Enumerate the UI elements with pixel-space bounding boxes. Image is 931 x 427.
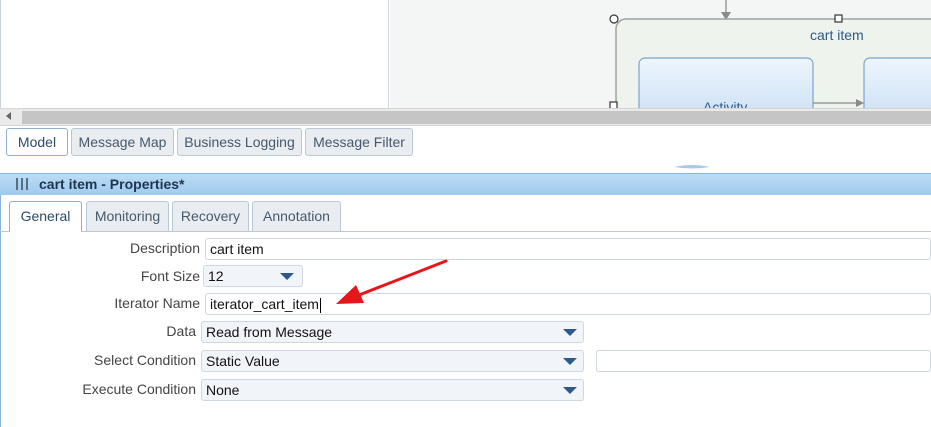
drag-grip-icon[interactable]	[15, 177, 29, 191]
chevron-down-icon[interactable]	[563, 358, 577, 365]
chevron-down-icon[interactable]	[280, 273, 294, 280]
chevron-down-icon[interactable]	[563, 329, 577, 336]
properties-header: cart item - Properties*	[0, 173, 931, 195]
tab-business-logging[interactable]: Business Logging	[177, 128, 302, 156]
scrollbar-thumb[interactable]	[22, 111, 931, 124]
execute-condition-select[interactable]: None	[201, 379, 584, 401]
data-select[interactable]: Read from Message	[201, 321, 584, 343]
iterator-name-field[interactable]: iterator_cart_item	[205, 293, 931, 315]
tab-monitoring[interactable]: Monitoring	[86, 201, 169, 231]
data-label: Data	[166, 323, 196, 339]
font-size-label: Font Size	[140, 268, 200, 284]
description-label: Description	[129, 240, 200, 256]
properties-title: cart item - Properties*	[39, 176, 185, 192]
annotation-arrow-icon	[336, 259, 448, 304]
active-tab-gap	[10, 230, 81, 232]
selection-handle[interactable]	[834, 14, 843, 23]
explorer-pane	[0, 0, 389, 108]
text-cursor	[319, 297, 321, 313]
tab-divider	[0, 231, 931, 232]
font-size-value: 12	[208, 268, 224, 284]
tab-model[interactable]: Model	[6, 128, 68, 156]
tab-message-map[interactable]: Message Map	[71, 128, 174, 156]
tab-recovery[interactable]: Recovery	[172, 201, 249, 231]
diagram-drawing	[609, 0, 931, 130]
selection-handle[interactable]	[609, 14, 619, 24]
select-condition-value: Static Value	[206, 353, 280, 369]
diagram-canvas[interactable]: cart item Activity	[390, 0, 931, 130]
select-condition-select[interactable]: Static Value	[201, 350, 584, 372]
activity-node-2[interactable]	[863, 57, 931, 129]
select-condition-value-field[interactable]	[596, 350, 931, 372]
tab-message-filter[interactable]: Message Filter	[305, 128, 413, 156]
description-field[interactable]: cart item	[205, 238, 931, 260]
horizontal-scrollbar[interactable]	[0, 108, 931, 126]
iterator-name-value: iterator_cart_item	[210, 296, 319, 312]
chevron-down-icon[interactable]	[563, 387, 577, 394]
font-size-select[interactable]: 12	[203, 265, 303, 287]
splitter-handle-icon[interactable]	[672, 164, 712, 170]
select-condition-label: Select Condition	[94, 352, 196, 368]
tab-annotation[interactable]: Annotation	[252, 201, 341, 231]
iterator-name-label: Iterator Name	[114, 295, 200, 311]
execute-condition-value: None	[206, 382, 240, 398]
data-value: Read from Message	[206, 324, 333, 340]
execute-condition-label: Execute Condition	[82, 381, 196, 397]
tab-general[interactable]: General	[9, 201, 82, 232]
scroll-left-icon[interactable]	[6, 112, 11, 120]
group-label: cart item	[810, 27, 864, 43]
